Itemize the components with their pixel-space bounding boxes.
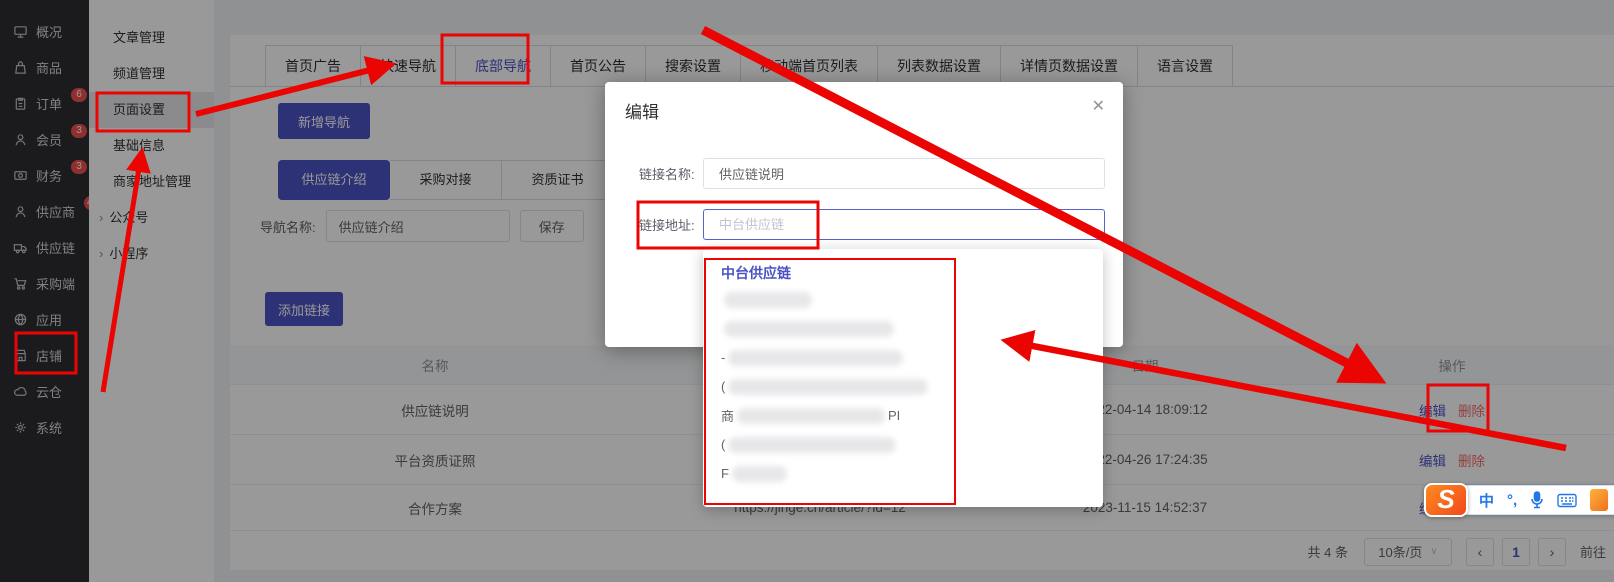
redacted-text	[732, 466, 787, 482]
redacted-text	[724, 292, 812, 308]
suggestion-item[interactable]	[721, 285, 1085, 314]
link-url-field-row: 链接地址:	[605, 209, 1123, 240]
suggestion-fragment: PI	[888, 408, 900, 423]
suggestion-item[interactable]	[721, 314, 1085, 343]
redacted-text	[737, 408, 885, 424]
link-url-input[interactable]	[703, 209, 1105, 240]
suggestion-fragment: F	[721, 466, 729, 481]
suggestion-item[interactable]: -	[721, 343, 1085, 372]
suggestion-fragment: -	[721, 350, 725, 365]
suggestion-fragment: 商	[721, 406, 734, 425]
ime-mode-toggle[interactable]: 中	[1479, 490, 1494, 511]
suggestion-item[interactable]: 商 PI	[721, 401, 1085, 430]
ime-pill: 中 °,	[1462, 485, 1614, 515]
close-icon[interactable]: ✕	[1092, 96, 1105, 116]
redacted-text	[728, 437, 896, 453]
microphone-icon[interactable]	[1530, 491, 1544, 509]
link-url-label: 链接地址:	[639, 215, 703, 234]
link-suggestions-dropdown: 中台供应链 - ( 商 PI ( F	[703, 249, 1103, 507]
ime-punctuation-toggle[interactable]: °,	[1507, 492, 1517, 509]
suggestion-item[interactable]: (	[721, 372, 1085, 401]
dialog-title: 编辑	[625, 98, 659, 123]
suggestion-item[interactable]: F	[721, 459, 1085, 488]
redacted-text	[724, 321, 894, 337]
suggestion-item[interactable]: (	[721, 430, 1085, 459]
suggestion-fragment: (	[721, 437, 725, 452]
suggestion-group-header[interactable]: 中台供应链	[721, 261, 1085, 285]
ime-toolbar: S 中 °,	[1424, 483, 1614, 517]
suggestion-fragment: (	[721, 379, 725, 394]
link-name-field-row: 链接名称:	[605, 158, 1123, 189]
ime-toolbox-icon[interactable]	[1590, 489, 1608, 511]
redacted-text	[728, 379, 928, 395]
link-name-input[interactable]	[703, 158, 1105, 189]
app-window: 概况 商品 订单 6 会员 3 财务 3 供应商 49 供应链	[0, 0, 1614, 582]
redacted-text	[728, 350, 903, 366]
link-name-label: 链接名称:	[639, 164, 703, 183]
keyboard-icon[interactable]	[1557, 493, 1577, 508]
sogou-logo-icon[interactable]: S	[1424, 483, 1468, 517]
